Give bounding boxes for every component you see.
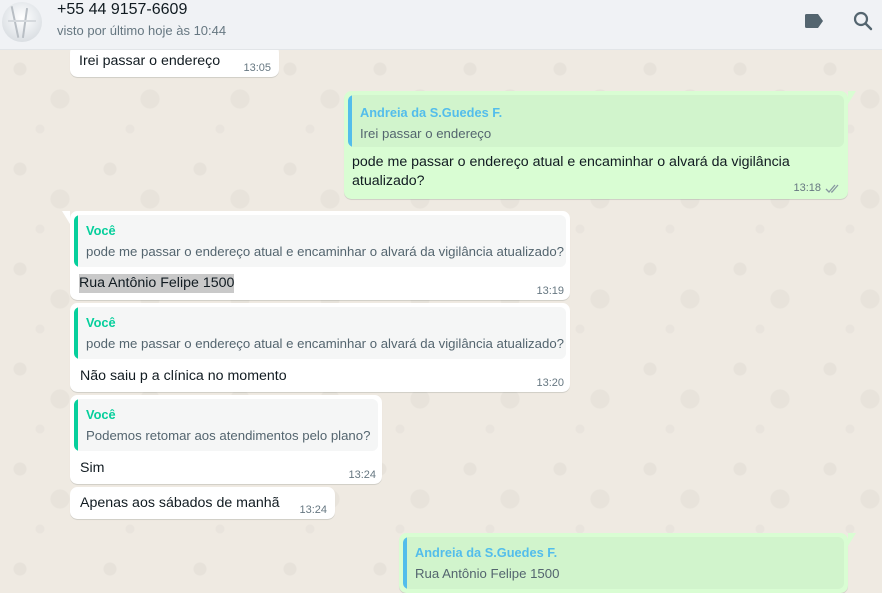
message-bubble-in[interactable]: Você Podemos retomar aos atendimentos pe… — [70, 395, 382, 484]
message-text: Apenas aos sábados de manhã — [80, 495, 280, 511]
message-bubble-out[interactable]: Andreia da S.Guedes F. Irei passar o end… — [344, 91, 856, 199]
double-check-icon — [825, 184, 839, 193]
quoted-message[interactable]: Andreia da S.Guedes F. Rua Antônio Felip… — [403, 537, 844, 589]
chat-header: +55 44 9157-6609 visto por último hoje à… — [0, 0, 882, 50]
message-time: 13:05 — [243, 62, 271, 74]
message-bubble-in[interactable]: Você pode me passar o endereço atual e e… — [62, 211, 570, 300]
quoted-text: Irei passar o endereço — [360, 126, 492, 141]
search-icon[interactable] — [851, 9, 875, 33]
message-time: 13:24 — [348, 469, 376, 481]
message-time: 13:20 — [536, 377, 564, 389]
label-icon[interactable] — [802, 9, 826, 33]
quoted-author: Você — [86, 223, 116, 238]
quoted-author: Andreia da S.Guedes F. — [360, 105, 503, 120]
quoted-text: Rua Antônio Felipe 1500 — [415, 566, 560, 581]
contact-status: visto por último hoje às 10:44 — [57, 23, 227, 38]
message-text: Rua Antônio Felipe 1500 — [79, 274, 235, 293]
quoted-text: pode me passar o endereço atual e encami… — [86, 244, 564, 259]
quoted-message[interactable]: Andreia da S.Guedes F. Irei passar o end… — [348, 95, 844, 147]
quoted-author: Você — [86, 407, 116, 422]
message-text: Não saiu p a clínica no momento — [80, 368, 287, 384]
message-time: 13:24 — [299, 504, 327, 516]
quoted-text: pode me passar o endereço atual e encami… — [86, 336, 564, 351]
message-bubble-out[interactable]: Andreia da S.Guedes F. Rua Antônio Felip… — [399, 533, 856, 593]
contact-name[interactable]: +55 44 9157-6609 — [57, 1, 187, 19]
message-time: 13:19 — [536, 285, 564, 297]
message-bubble-in[interactable]: Apenas aos sábados de manhã 13:24 — [70, 487, 335, 519]
message-text: Sim — [80, 460, 105, 476]
message-time: 13:18 — [793, 182, 821, 194]
quoted-author: Andreia da S.Guedes F. — [415, 545, 558, 560]
quoted-message[interactable]: Você Podemos retomar aos atendimentos pe… — [74, 399, 378, 451]
message-text-line1: pode me passar o endereço atual e encami… — [352, 154, 790, 170]
quoted-message[interactable]: Você pode me passar o endereço atual e e… — [74, 307, 566, 359]
quoted-message[interactable]: Você pode me passar o endereço atual e e… — [74, 215, 566, 267]
avatar[interactable] — [2, 2, 42, 42]
message-text: Irei passar o endereço — [79, 53, 221, 69]
quoted-author: Você — [86, 315, 116, 330]
message-bubble-in[interactable]: Você pode me passar o endereço atual e e… — [70, 303, 570, 392]
quoted-text: Podemos retomar aos atendimentos pelo pl… — [86, 428, 371, 443]
message-text-line2: atualizado? — [352, 173, 425, 189]
